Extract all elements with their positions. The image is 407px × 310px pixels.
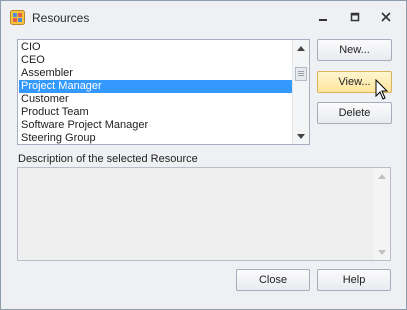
delete-button[interactable]: Delete [317,102,392,124]
list-item[interactable]: CEO [19,54,292,67]
resources-list[interactable]: CIO CEO Assembler Project Manager Customer Pr… [17,39,310,145]
list-item[interactable]: Project Manager [19,80,292,93]
restore-icon [350,12,360,22]
scroll-thumb[interactable] [295,67,307,81]
list-item[interactable]: Software Project Manager [19,119,292,132]
arrow-down-icon [297,133,305,139]
window-title: Resources [32,11,90,25]
arrow-down-icon [378,249,386,255]
close-button[interactable]: Close [236,269,310,291]
arrow-up-icon [297,45,305,51]
list-item[interactable]: Product Team [19,106,292,119]
desc-scroll-up-button[interactable] [374,168,390,184]
list-item[interactable]: Customer [19,93,292,106]
close-window-button[interactable] [377,9,395,25]
close-icon [381,12,391,22]
desc-scroll-down-button[interactable] [374,244,390,260]
minimize-button[interactable] [314,9,332,25]
title-bar: Resources [1,1,406,34]
list-item[interactable]: Steering Group [19,132,292,144]
help-button[interactable]: Help [317,269,391,291]
minimize-icon [319,19,327,21]
scroll-up-button[interactable] [293,40,309,56]
new-button[interactable]: New... [317,39,392,61]
list-item[interactable]: Assembler [19,67,292,80]
description-textbox[interactable] [17,167,391,261]
arrow-up-icon [378,173,386,179]
list-scrollbar[interactable] [292,40,309,144]
description-scrollbar[interactable] [374,168,390,260]
mouse-cursor-icon [375,79,389,100]
description-label: Description of the selected Resource [18,153,198,165]
app-icon [10,10,25,25]
restore-button[interactable] [346,9,364,25]
list-item[interactable]: CIO [19,41,292,54]
resources-list-items: CIO CEO Assembler Project Manager Customer Pr… [19,41,292,144]
resources-window: Resources CIO CEO Assembler Project Manager… [0,0,407,310]
scroll-down-button[interactable] [293,128,309,144]
